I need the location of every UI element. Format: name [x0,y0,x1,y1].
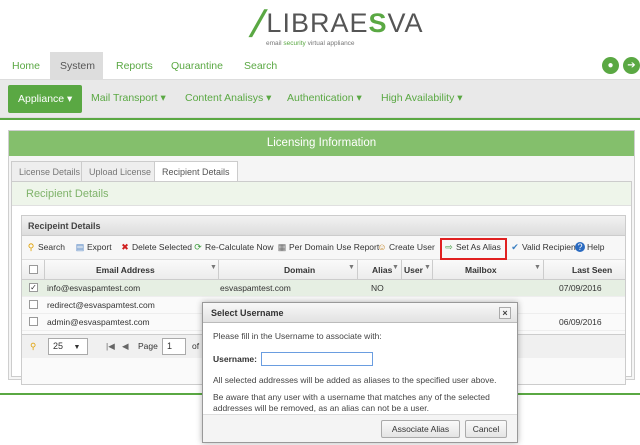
page-label: Page [138,341,158,351]
dialog-note-1: All selected addresses will be added as … [213,375,497,385]
recalculate-button[interactable]: ⟳ Re-Calculate Now [193,242,273,252]
col-last-seen[interactable]: Last Seen [572,260,612,280]
user-icon[interactable]: ● [602,57,619,74]
page-size-select[interactable]: 25 ▼ [48,338,88,355]
delete-selected-button[interactable]: ✖ Delete Selected [120,242,192,252]
menu-appliance[interactable]: Appliance ▾ [8,85,83,113]
menu-content-analisys[interactable]: Content Analisys ▾ [185,92,271,104]
sort-arrow-icon[interactable]: ▼ [348,264,355,271]
tab-recipient-details[interactable]: Recipient Details [154,161,238,182]
sub-nav: Appliance ▾ Mail Transport ▾ Content Ana… [0,80,640,118]
associate-alias-button[interactable]: Associate Alias [381,420,460,438]
dialog-header: Select Username × [203,303,517,323]
grid-header: Email Address ▼ Domain ▼ Alias ▼ User ▼ … [22,260,625,280]
tab-search[interactable]: Search [234,52,287,80]
grid-toolbar: ⚲ Search ▤ Export ✖ Delete Selected ⟳ Re-Cal… [22,236,625,260]
tab-quarantine[interactable]: Quarantine [161,52,233,80]
cancel-button[interactable]: Cancel [465,420,507,438]
valid-recipient-button[interactable]: ✔ Valid Recipient [510,242,578,252]
per-domain-report-button[interactable]: ▦ Per Domain Use Report [277,242,380,252]
menu-mail-transport[interactable]: Mail Transport ▾ [91,92,166,104]
col-sep [44,260,45,280]
dialog-note-2: Be aware that any user with a username t… [213,392,490,413]
menu-high-availability[interactable]: High Availability ▾ [381,92,463,104]
cell-last-seen: 07/09/2016 [559,283,602,293]
help-button[interactable]: ? Help [575,242,604,252]
select-all-checkbox[interactable] [29,265,38,274]
export-icon: ▤ [75,242,85,252]
tab-system[interactable]: System [50,52,103,80]
logout-icon[interactable]: ➔ [623,57,640,74]
user-add-icon: ☺ [377,242,387,252]
section-title: Recipient Details [12,182,631,206]
table-row[interactable]: ✓ info@esvaspamtest.com esvaspamtest.com… [22,280,625,297]
cell-email: info@esvaspamtest.com [47,283,141,293]
row-checkbox[interactable] [29,317,38,326]
tab-home[interactable]: Home [2,52,50,80]
col-user[interactable]: User [404,260,423,280]
grid-title: Recipeint Details [22,216,625,236]
logo-tagline: email security virtual appliance [266,40,355,47]
dialog-body: Please fill in the Username to associate… [203,323,517,414]
dialog-footer: Associate Alias Cancel [203,414,517,442]
refresh-icon: ⟳ [194,242,202,252]
valid-icon: ✔ [511,242,519,252]
select-username-dialog: Select Username × Please fill in the Use… [202,302,518,443]
cell-email: redirect@esvaspamtest.com [47,300,155,310]
report-icon: ▦ [277,242,287,252]
cell-alias: NO [371,283,384,293]
row-checkbox[interactable]: ✓ [29,283,38,292]
user-buttons: ● ➔ [602,57,640,74]
col-sep [401,260,402,280]
cell-domain: esvaspamtest.com [220,283,291,293]
col-sep [432,260,433,280]
sort-arrow-icon[interactable]: ▼ [392,264,399,271]
first-page-icon[interactable]: |◀ [106,341,115,352]
col-domain[interactable]: Domain [284,260,315,280]
col-sep [218,260,219,280]
dialog-title: Select Username [211,308,284,318]
prev-page-icon[interactable]: ◀ [122,341,129,352]
col-sep [543,260,544,280]
create-user-button[interactable]: ☺ Create User [377,242,434,252]
logo: / LIBRAESVA email security virtual appli… [247,3,424,47]
app-header: / LIBRAESVA email security virtual appli… [0,0,640,52]
col-mailbox[interactable]: Mailbox [465,260,497,280]
export-button[interactable]: ▤ Export [75,242,112,252]
top-nav: Home System Reports Quarantine Search ● … [0,52,640,80]
row-checkbox[interactable] [29,300,38,309]
username-label: Username: [213,354,257,364]
help-icon: ? [575,242,585,252]
username-row: Username: [213,352,509,366]
nav-divider [0,118,640,120]
delete-icon: ✖ [121,242,129,252]
sort-arrow-icon[interactable]: ▼ [424,264,431,271]
search-button[interactable]: ⚲ Search [26,242,65,252]
username-input[interactable] [260,352,373,366]
col-alias[interactable]: Alias [372,260,392,280]
dialog-intro: Please fill in the Username to associate… [213,331,382,341]
panel-title: Licensing Information [9,131,634,156]
highlight-box [440,238,507,260]
col-sep [357,260,358,280]
tab-license-details[interactable]: License Details [11,161,89,181]
close-icon[interactable]: × [499,307,511,319]
col-email[interactable]: Email Address [96,260,155,280]
cell-last-seen: 06/09/2016 [559,317,602,327]
tab-upload-license[interactable]: Upload License [81,161,160,181]
search-icon: ⚲ [27,242,35,252]
sort-arrow-icon[interactable]: ▼ [534,264,541,271]
menu-authentication[interactable]: Authentication ▾ [287,92,362,104]
cell-email: admin@esvaspamtest.com [47,317,150,327]
logo-word: LIBRAESVA [266,8,424,38]
pager-search-icon[interactable]: ⚲ [30,341,36,352]
page-number-input[interactable]: 1 [162,338,186,355]
sort-arrow-icon[interactable]: ▼ [210,264,217,271]
tab-reports[interactable]: Reports [106,52,163,80]
